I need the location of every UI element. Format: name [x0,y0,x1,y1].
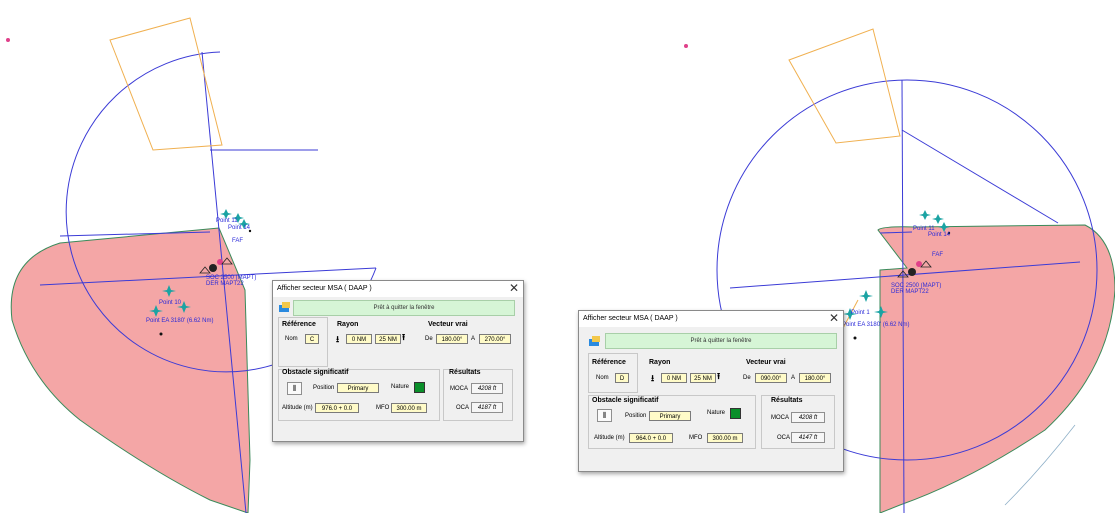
right-dialog-title: Afficher secteur MSA ( DAAP ) [583,315,678,322]
left-rayon-heading: Rayon [337,321,359,328]
left-label-ea: Point EA 3180' (6.62 Nm) [146,318,214,324]
right-line-diag [901,129,1059,224]
right-rayon-from-field[interactable]: 0 NM [661,373,687,383]
right-rayon-down-arrow-icon[interactable]: ⭳ [651,374,654,383]
right-rayon-to-field[interactable]: 25 NM [690,373,716,383]
left-rayon-to-field[interactable]: 25 NM [375,334,401,344]
right-marker-point11 [919,210,931,220]
left-moca-field: 4208 ft [471,383,503,394]
right-rayon-up-arrow-icon[interactable]: ⭱ [717,372,720,381]
right-fix-arc [788,28,901,144]
left-label-point14: Point 14 [228,225,251,231]
right-label-point14: Point 14 [928,232,951,238]
left-oca-field: 4187 ft [471,402,503,413]
left-msa-dialog[interactable]: Afficher secteur MSA ( DAAP ) ✕ Prêt à q… [272,280,524,442]
left-status-bar: Prêt à quitter la fenêtre [293,300,515,316]
left-resultats-heading: Résultats [449,369,481,376]
right-label-ea: Point EA 3180' (6.62 Nm) [842,322,910,328]
right-label-point1: Point 1 [851,310,870,316]
left-mfo-field[interactable]: 300.00 m [391,403,427,413]
right-label-der: DER MAPT22 [891,289,929,295]
left-rayon-up-arrow-icon[interactable]: ⭱ [402,333,405,342]
left-close-icon[interactable]: ✕ [509,282,519,295]
left-de-field[interactable]: 180.00° [436,334,468,344]
left-rayon-down-arrow-icon[interactable]: ⭳ [336,335,339,344]
right-mfo-label: MFO [689,435,703,441]
left-dialog-title: Afficher secteur MSA ( DAAP ) [277,285,372,292]
right-de-field[interactable]: 090.00° [755,373,787,383]
right-marker-a [932,214,944,224]
left-nature-icon[interactable] [414,382,425,393]
right-a-label: A [791,375,796,381]
left-a-label: A [471,336,476,342]
right-oca-label: OCA [777,435,791,441]
left-label-point10: Point 10 [159,300,182,306]
left-oca-label: OCA [456,405,470,411]
right-obstacle-dot [853,336,857,340]
left-nature-label: Nature [391,384,410,390]
right-label-faf: FAF [932,252,944,258]
right-dialog-titlebar[interactable]: Afficher secteur MSA ( DAAP ) ✕ [579,311,843,327]
left-de-label: De [425,336,433,342]
right-position-label: Position [625,413,647,419]
right-app-icon [589,336,600,346]
left-app-icon [279,302,290,312]
left-position-label: Position [313,385,335,391]
left-altitude-label: Altitude (m) [282,405,313,411]
right-status-bar: Prêt à quitter la fenêtre [605,333,837,349]
right-marker-point1 [859,290,873,302]
left-label-der: DER MAPT22 [206,281,244,287]
left-radar-icon[interactable]: ⦀ [287,382,302,395]
right-position-field[interactable]: Primary [649,411,691,421]
right-moca-label: MOCA [771,415,789,421]
right-de-label: De [743,375,751,381]
right-resultats-heading: Résultats [771,397,803,404]
right-magenta-dot [684,44,688,48]
left-mfo-label: MFO [376,405,390,411]
right-rayon-heading: Rayon [649,359,671,366]
left-label-faf: FAF [232,238,244,244]
left-nom-field[interactable]: C [305,334,319,344]
left-dialog-titlebar[interactable]: Afficher secteur MSA ( DAAP ) ✕ [273,281,523,297]
right-msa-dialog[interactable]: Afficher secteur MSA ( DAAP ) ✕ Prêt à q… [578,310,844,472]
left-obstacle-dot [159,332,163,336]
right-nature-icon[interactable] [730,408,741,419]
right-mfo-field[interactable]: 300.00 m [707,433,743,443]
right-reference-heading: Référence [592,359,626,366]
right-moca-field: 4208 ft [791,412,825,423]
right-oca-field: 4147 ft [791,432,825,443]
left-label-point11: Point 11 [216,218,238,224]
right-radar-icon[interactable]: ⦀ [597,409,612,422]
left-rayon-from-field[interactable]: 0 NM [346,334,372,344]
left-vecteur-heading: Vecteur vrai [428,321,468,328]
right-obstacle-heading: Obstacle significatif [592,397,659,404]
right-altitude-field[interactable]: 964.0 + 0.0 [629,433,673,443]
right-close-icon[interactable]: ✕ [829,312,839,325]
right-nom-field[interactable]: D [615,373,629,383]
left-moca-label: MOCA [450,386,468,392]
left-reference-heading: Référence [282,321,316,328]
right-vecteur-heading: Vecteur vrai [746,359,786,366]
left-nom-label: Nom [285,336,298,342]
left-altitude-field[interactable]: 976.0 + 0.0 [315,403,359,413]
right-a-field[interactable]: 180.00° [799,373,831,383]
left-position-field[interactable]: Primary [337,383,379,393]
right-nom-label: Nom [596,375,609,381]
left-a-field[interactable]: 270.00° [479,334,511,344]
right-nature-label: Nature [707,410,726,416]
left-magenta-dot [6,38,10,42]
right-altitude-label: Altitude (m) [594,435,625,441]
left-obstacle-heading: Obstacle significatif [282,369,349,376]
